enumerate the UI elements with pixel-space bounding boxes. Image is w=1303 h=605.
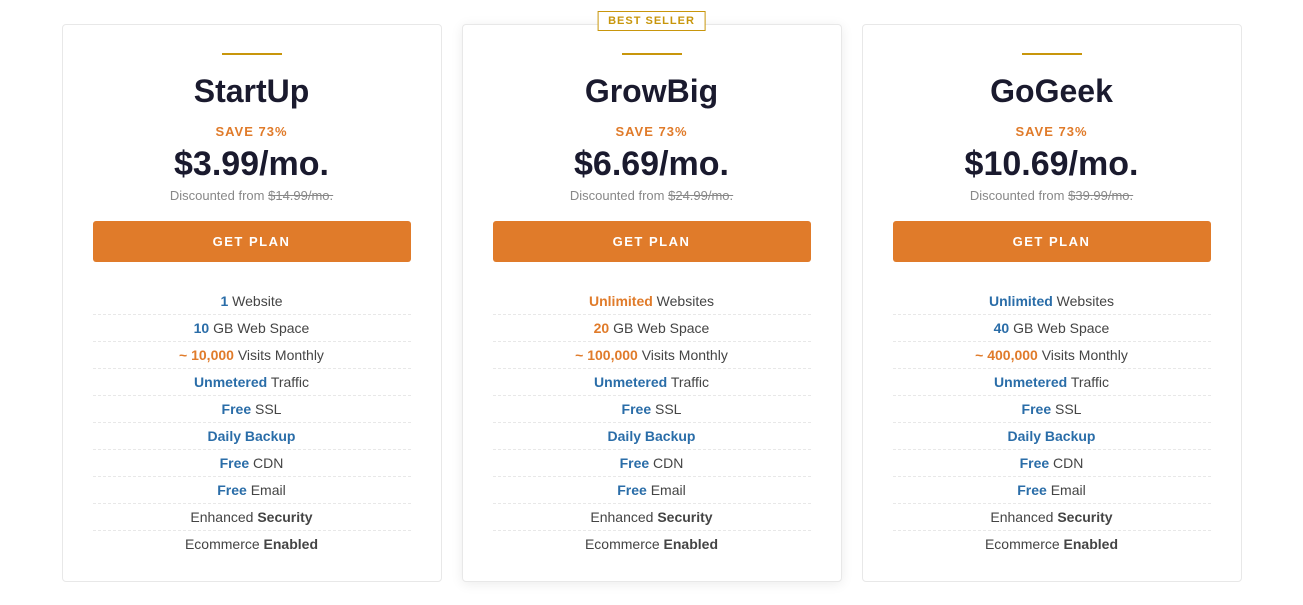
plan-card-gogeek: GoGeek SAVE 73% $10.69/mo. Discounted from …: [862, 24, 1242, 582]
feature-item: Unlimited Websites: [493, 288, 811, 315]
feature-item: ~ 100,000 Visits Monthly: [493, 342, 811, 369]
feature-item: Free CDN: [93, 450, 411, 477]
feature-item: Ecommerce Enabled: [93, 531, 411, 557]
feature-item: Unmetered Traffic: [493, 369, 811, 396]
top-line-decoration: [222, 53, 282, 55]
feature-item: 1 Website: [93, 288, 411, 315]
original-price: Discounted from $24.99/mo.: [570, 188, 733, 203]
get-plan-button-gogeek[interactable]: GET PLAN: [893, 221, 1211, 262]
feature-item: Free CDN: [893, 450, 1211, 477]
features-list: 1 Website10 GB Web Space~ 10,000 Visits …: [93, 288, 411, 557]
feature-item: Enhanced Security: [893, 504, 1211, 531]
top-line-decoration: [1022, 53, 1082, 55]
features-list: Unlimited Websites40 GB Web Space~ 400,0…: [893, 288, 1211, 557]
plan-name: StartUp: [194, 73, 310, 110]
plan-card-growbig: BEST SELLERGrowBigSAVE 73%$6.69/mo.Disco…: [462, 24, 842, 582]
feature-item: Enhanced Security: [93, 504, 411, 531]
feature-item: Unlimited Websites: [893, 288, 1211, 315]
feature-item: Free Email: [93, 477, 411, 504]
feature-item: Free SSL: [493, 396, 811, 423]
feature-item: Daily Backup: [493, 423, 811, 450]
save-label: SAVE 73%: [215, 124, 287, 139]
feature-item: Daily Backup: [893, 423, 1211, 450]
get-plan-button-startup[interactable]: GET PLAN: [93, 221, 411, 262]
plan-price: $6.69/mo.: [574, 145, 729, 184]
feature-item: Enhanced Security: [493, 504, 811, 531]
feature-item: Unmetered Traffic: [893, 369, 1211, 396]
pricing-container: StartUp SAVE 73% $3.99/mo. Discounted from …: [0, 4, 1303, 602]
feature-item: Unmetered Traffic: [93, 369, 411, 396]
original-price: Discounted from $39.99/mo.: [970, 188, 1133, 203]
features-list: Unlimited Websites20 GB Web Space~ 100,0…: [493, 288, 811, 557]
feature-item: Free SSL: [93, 396, 411, 423]
feature-item: 40 GB Web Space: [893, 315, 1211, 342]
original-price: Discounted from $14.99/mo.: [170, 188, 333, 203]
feature-item: Ecommerce Enabled: [893, 531, 1211, 557]
plan-price: $10.69/mo.: [965, 145, 1139, 184]
feature-item: ~ 10,000 Visits Monthly: [93, 342, 411, 369]
save-label: SAVE 73%: [615, 124, 687, 139]
get-plan-button-growbig[interactable]: GET PLAN: [493, 221, 811, 262]
plan-price: $3.99/mo.: [174, 145, 329, 184]
plan-card-startup: StartUp SAVE 73% $3.99/mo. Discounted from …: [62, 24, 442, 582]
feature-item: Free Email: [493, 477, 811, 504]
feature-item: Ecommerce Enabled: [493, 531, 811, 557]
feature-item: ~ 400,000 Visits Monthly: [893, 342, 1211, 369]
top-line-decoration: [622, 53, 682, 55]
feature-item: 20 GB Web Space: [493, 315, 811, 342]
feature-item: Free Email: [893, 477, 1211, 504]
feature-item: Free SSL: [893, 396, 1211, 423]
feature-item: Free CDN: [493, 450, 811, 477]
best-seller-badge: BEST SELLER: [597, 11, 706, 31]
plan-name: GoGeek: [990, 73, 1113, 110]
feature-item: Daily Backup: [93, 423, 411, 450]
save-label: SAVE 73%: [1015, 124, 1087, 139]
feature-item: 10 GB Web Space: [93, 315, 411, 342]
plan-name: GrowBig: [585, 73, 718, 110]
